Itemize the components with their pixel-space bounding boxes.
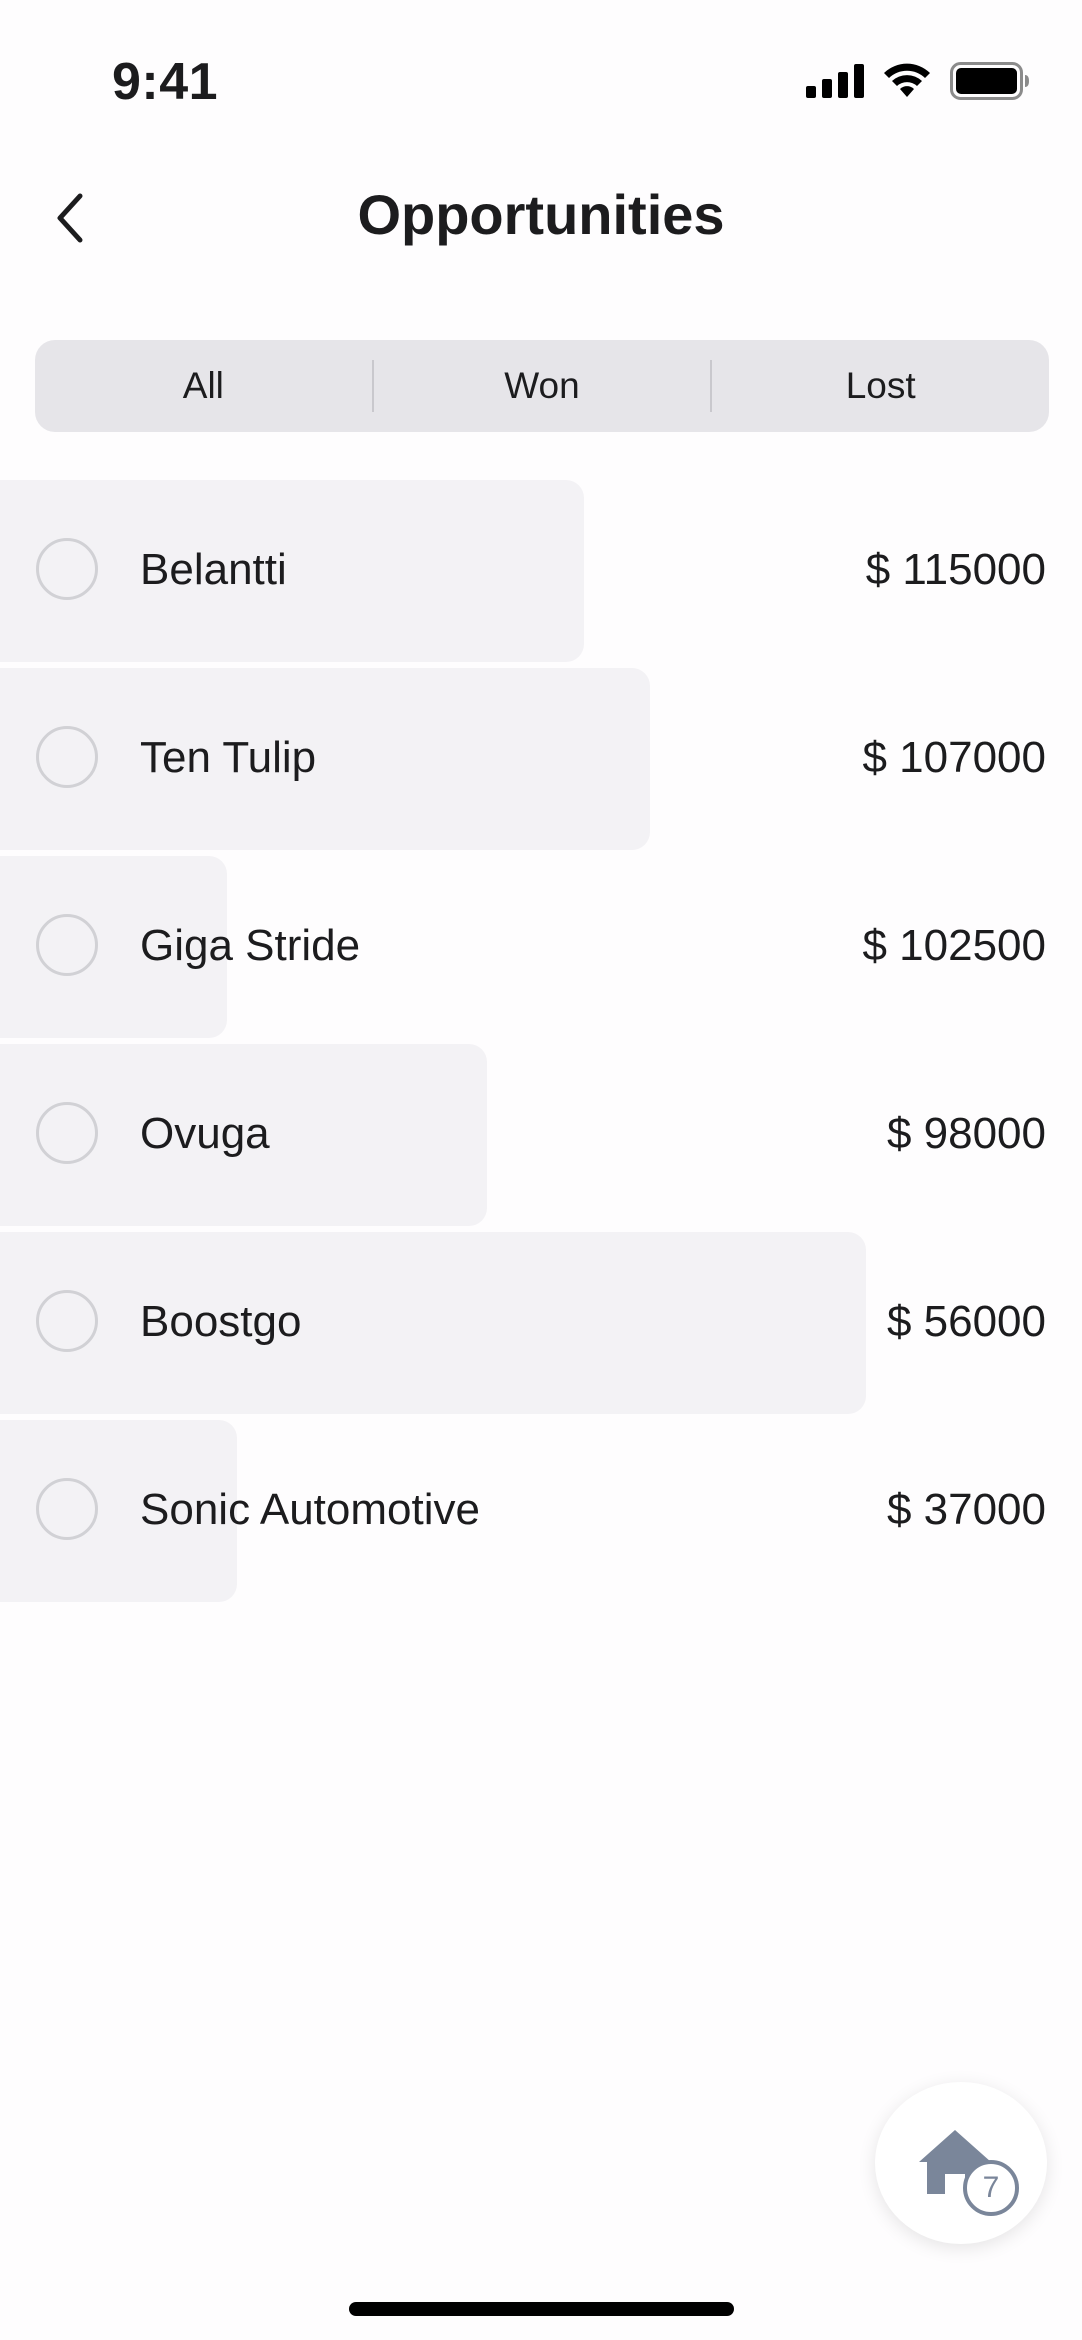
tab-lost[interactable]: Lost — [712, 340, 1049, 432]
battery-icon — [950, 62, 1030, 105]
opportunity-name: Giga Stride — [140, 921, 361, 970]
status-time: 9:41 — [112, 53, 219, 111]
list-item[interactable]: Belantti $ 115000 — [0, 478, 1082, 666]
select-radio[interactable] — [36, 726, 98, 788]
opportunity-name: Ovuga — [140, 1109, 270, 1158]
list-item[interactable]: Ten Tulip $ 107000 — [0, 666, 1082, 854]
tab-won[interactable]: Won — [374, 340, 711, 432]
cellular-signal-icon — [806, 64, 864, 103]
nav-bar: Opportunities — [0, 160, 1082, 270]
status-icons — [806, 62, 1030, 105]
opportunity-amount: $ 37000 — [886, 1485, 1046, 1534]
opportunity-amount: $ 102500 — [862, 921, 1046, 970]
opportunity-amount: $ 56000 — [886, 1297, 1046, 1346]
tab-all[interactable]: All — [35, 340, 372, 432]
select-radio[interactable] — [36, 914, 98, 976]
opportunity-name: Boostgo — [140, 1297, 302, 1346]
tab-won-label: Won — [504, 365, 580, 406]
opportunity-name: Sonic Automotive — [140, 1485, 480, 1534]
list-item[interactable]: Ovuga $ 98000 — [0, 1042, 1082, 1230]
notification-badge: 7 — [963, 2160, 1019, 2216]
select-radio[interactable] — [36, 1478, 98, 1540]
opportunity-name: Ten Tulip — [140, 733, 317, 782]
page-title: Opportunities — [357, 183, 725, 246]
tab-lost-label: Lost — [845, 365, 916, 406]
wifi-icon — [882, 63, 932, 104]
filter-segmented-control: All Won Lost — [35, 340, 1049, 432]
home-indicator — [349, 2302, 734, 2316]
opportunity-name: Belantti — [140, 545, 287, 594]
opportunity-amount: $ 107000 — [862, 733, 1046, 782]
select-radio[interactable] — [36, 1102, 98, 1164]
status-bar: 9:41 — [0, 0, 1082, 140]
list-item[interactable]: Sonic Automotive $ 37000 — [0, 1418, 1082, 1606]
opportunity-amount: $ 98000 — [886, 1109, 1046, 1158]
list-item[interactable]: Giga Stride $ 102500 — [0, 854, 1082, 1042]
tab-all-label: All — [182, 365, 224, 406]
list-item[interactable]: Boostgo $ 56000 — [0, 1230, 1082, 1418]
opportunity-amount: $ 115000 — [865, 545, 1046, 594]
home-button[interactable]: 7 — [875, 2082, 1047, 2244]
select-radio[interactable] — [36, 538, 98, 600]
amount-bar — [0, 1232, 866, 1414]
opportunity-list: Belantti $ 115000 Ten Tulip $ 107000 Gig… — [0, 478, 1082, 1606]
select-radio[interactable] — [36, 1290, 98, 1352]
